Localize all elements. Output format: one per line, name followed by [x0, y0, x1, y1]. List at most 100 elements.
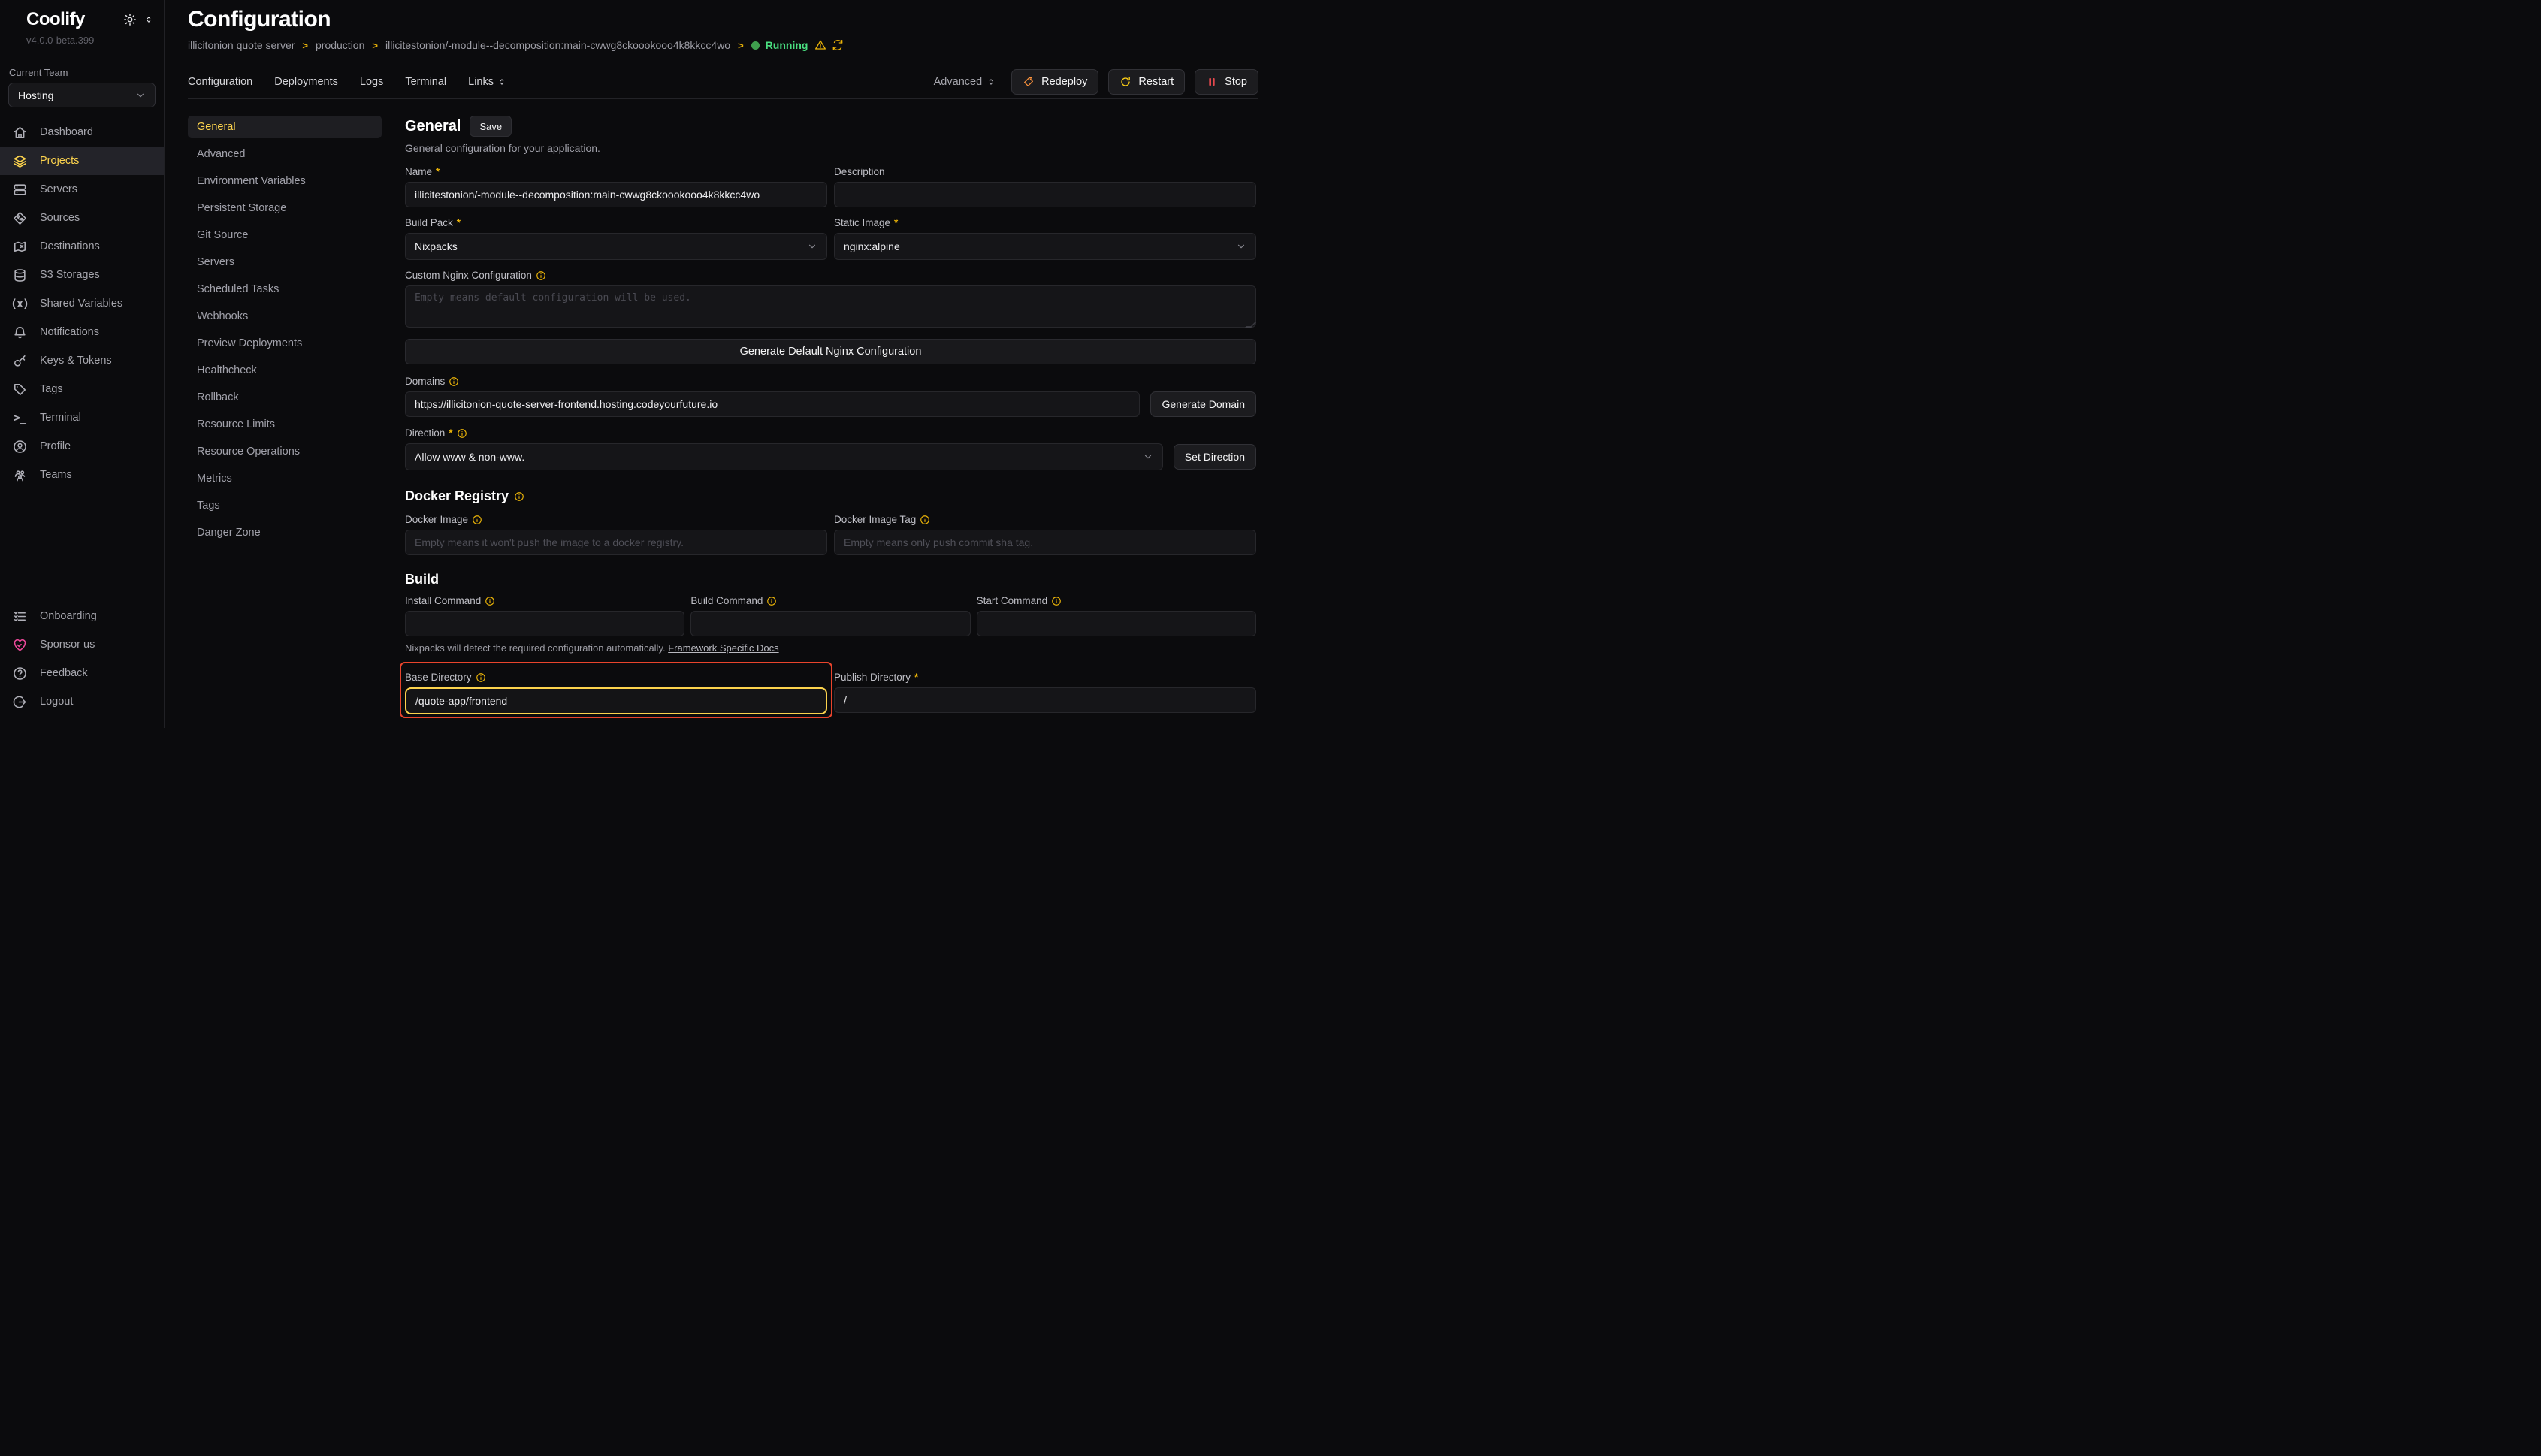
- tab-bar: Configuration Deployments Logs Terminal Link…: [188, 69, 1258, 99]
- info-icon[interactable]: [485, 596, 495, 606]
- subnav-item-preview-deployments[interactable]: Preview Deployments: [188, 332, 382, 355]
- start-command-input[interactable]: [977, 611, 1256, 636]
- subnav-item-tags[interactable]: Tags: [188, 494, 382, 517]
- subnav-item-environment-variables[interactable]: Environment Variables: [188, 170, 382, 192]
- restart-icon: [1119, 76, 1132, 88]
- info-icon[interactable]: [449, 376, 459, 387]
- settings-subnav: General Advanced Environment Variables Pers…: [188, 116, 382, 714]
- sidebar-item-onboarding[interactable]: Onboarding: [0, 602, 164, 630]
- set-direction-button[interactable]: Set Direction: [1174, 444, 1256, 470]
- subnav-item-metrics[interactable]: Metrics: [188, 467, 382, 490]
- sidebar-item-label: Sponsor us: [40, 639, 95, 651]
- sidebar-item-destinations[interactable]: Destinations: [0, 232, 164, 261]
- build-pack-select[interactable]: Nixpacks: [405, 233, 827, 260]
- user-icon: [12, 440, 27, 454]
- sidebar-item-sponsor-us[interactable]: Sponsor us: [0, 630, 164, 659]
- sidebar-item-tags[interactable]: Tags: [0, 375, 164, 403]
- save-button[interactable]: Save: [470, 116, 512, 137]
- info-icon[interactable]: [457, 428, 467, 439]
- tab-deployments[interactable]: Deployments: [274, 76, 338, 88]
- static-image-select[interactable]: nginx:alpine: [834, 233, 1256, 260]
- status-badge[interactable]: Running: [766, 39, 808, 51]
- breadcrumb-item[interactable]: illicitestonion/-module--decomposition:m…: [385, 39, 730, 51]
- generate-domain-button[interactable]: Generate Domain: [1150, 391, 1256, 417]
- sidebar-item-teams[interactable]: Teams: [0, 461, 164, 489]
- info-icon[interactable]: [536, 270, 546, 281]
- sidebar-item-s3-storages[interactable]: S3 Storages: [0, 261, 164, 289]
- build-command-input[interactable]: [690, 611, 970, 636]
- sidebar-item-keys-tokens[interactable]: Keys & Tokens: [0, 346, 164, 375]
- nixpacks-note: Nixpacks will detect the required config…: [405, 642, 1256, 654]
- tab-links[interactable]: Links: [468, 76, 506, 88]
- redeploy-button[interactable]: Redeploy: [1011, 69, 1098, 95]
- tab-terminal[interactable]: Terminal: [405, 76, 446, 88]
- description-input[interactable]: [834, 182, 1256, 207]
- info-icon[interactable]: [766, 596, 777, 606]
- name-input[interactable]: [405, 182, 827, 207]
- warning-icon[interactable]: [814, 39, 826, 51]
- subnav-item-healthcheck[interactable]: Healthcheck: [188, 359, 382, 382]
- subnav-item-general[interactable]: General: [188, 116, 382, 138]
- sidebar-item-sources[interactable]: Sources: [0, 204, 164, 232]
- static-image-label: Static Image: [834, 217, 890, 228]
- git-icon: [12, 211, 27, 225]
- docker-image-input[interactable]: [405, 530, 827, 555]
- install-command-input[interactable]: [405, 611, 684, 636]
- chevrons-updown-icon: [497, 77, 506, 86]
- direction-select[interactable]: Allow www & non-www.: [405, 443, 1163, 470]
- sidebar-item-label: Logout: [40, 696, 73, 708]
- current-team-label: Current Team: [0, 46, 164, 83]
- subnav-item-advanced[interactable]: Advanced: [188, 143, 382, 165]
- generate-nginx-button[interactable]: Generate Default Nginx Configuration: [405, 339, 1256, 364]
- domains-input[interactable]: [405, 391, 1140, 417]
- sidebar-item-feedback[interactable]: Feedback: [0, 659, 164, 687]
- description-label: Description: [834, 166, 885, 177]
- info-icon[interactable]: [514, 491, 524, 502]
- required-asterisk: *: [436, 166, 440, 177]
- refresh-status-icon[interactable]: [832, 39, 844, 51]
- advanced-dropdown[interactable]: Advanced: [934, 76, 996, 88]
- framework-docs-link[interactable]: Framework Specific Docs: [668, 642, 778, 654]
- subnav-item-rollback[interactable]: Rollback: [188, 386, 382, 409]
- publish-directory-input[interactable]: [834, 687, 1256, 713]
- subnav-item-servers[interactable]: Servers: [188, 251, 382, 273]
- subnav-item-webhooks[interactable]: Webhooks: [188, 305, 382, 328]
- sidebar-item-projects[interactable]: Projects: [0, 147, 164, 175]
- restart-button[interactable]: Restart: [1108, 69, 1185, 95]
- instance-switcher-chevrons-icon[interactable]: [144, 15, 153, 24]
- theme-sun-icon[interactable]: [123, 13, 137, 26]
- info-icon[interactable]: [476, 672, 486, 683]
- info-icon[interactable]: [472, 515, 482, 525]
- sidebar-item-servers[interactable]: Servers: [0, 175, 164, 204]
- docker-image-tag-input[interactable]: [834, 530, 1256, 555]
- tab-logs[interactable]: Logs: [360, 76, 383, 88]
- layers-icon: [12, 154, 27, 168]
- subnav-item-persistent-storage[interactable]: Persistent Storage: [188, 197, 382, 219]
- sidebar-item-notifications[interactable]: Notifications: [0, 318, 164, 346]
- team-select[interactable]: Hosting: [8, 83, 156, 107]
- info-icon[interactable]: [1051, 596, 1062, 606]
- subnav-item-scheduled-tasks[interactable]: Scheduled Tasks: [188, 278, 382, 301]
- sidebar-item-terminal[interactable]: >_Terminal: [0, 403, 164, 432]
- breadcrumb-item[interactable]: production: [316, 39, 364, 51]
- sidebar-item-profile[interactable]: Profile: [0, 432, 164, 461]
- sidebar-item-shared-variables[interactable]: (x)Shared Variables: [0, 289, 164, 318]
- sidebar-item-dashboard[interactable]: Dashboard: [0, 118, 164, 147]
- breadcrumb-separator: >: [738, 40, 744, 51]
- logout-icon: [12, 695, 27, 709]
- sidebar-item-label: Shared Variables: [40, 298, 122, 310]
- breadcrumb-item[interactable]: illicitonion quote server: [188, 39, 295, 51]
- subnav-item-resource-limits[interactable]: Resource Limits: [188, 413, 382, 436]
- start-command-label: Start Command: [977, 595, 1048, 606]
- chevron-down-icon: [135, 90, 146, 101]
- sidebar-item-logout[interactable]: Logout: [0, 687, 164, 716]
- subnav-item-git-source[interactable]: Git Source: [188, 224, 382, 246]
- custom-nginx-textarea[interactable]: [405, 285, 1256, 328]
- stop-button[interactable]: Stop: [1195, 69, 1258, 95]
- subnav-item-danger-zone[interactable]: Danger Zone: [188, 521, 382, 544]
- tab-configuration[interactable]: Configuration: [188, 76, 252, 88]
- base-directory-input[interactable]: [405, 687, 827, 714]
- general-settings-form: General Save General configuration for y…: [405, 116, 1256, 714]
- info-icon[interactable]: [920, 515, 930, 525]
- subnav-item-resource-operations[interactable]: Resource Operations: [188, 440, 382, 463]
